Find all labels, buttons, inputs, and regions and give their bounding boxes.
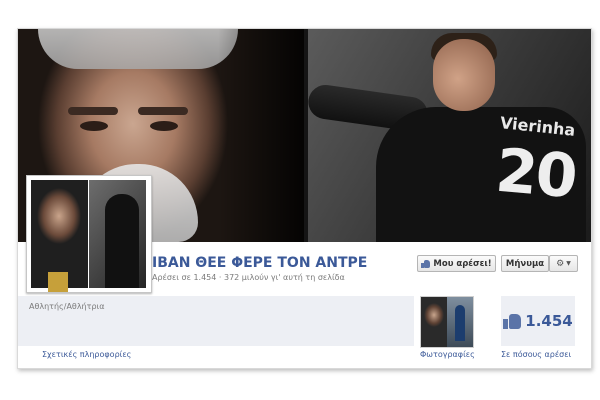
thumbs-up-icon <box>421 259 431 268</box>
portrait-eye-right <box>150 121 178 131</box>
message-button[interactable]: Μήνυμα <box>501 255 549 272</box>
photos-thumb-figure <box>455 305 465 341</box>
thumbs-up-icon <box>503 313 522 329</box>
info-link[interactable]: Σχετικές πληροφορίες <box>42 350 131 359</box>
profile-tie <box>48 272 68 292</box>
portrait-brow-right <box>138 107 188 115</box>
settings-dropdown-button[interactable]: ⚙ ▼ <box>549 255 578 272</box>
portrait-hair <box>38 29 238 69</box>
photos-thumb-b <box>447 297 473 347</box>
profile-picture-player <box>89 180 146 288</box>
portrait-eye-left <box>80 121 108 131</box>
chevron-down-icon: ▼ <box>566 260 571 267</box>
profile-picture-portrait <box>31 180 88 292</box>
portrait-shadow <box>218 29 304 242</box>
player-head <box>433 39 495 111</box>
photos-app-thumbnail[interactable] <box>420 296 474 348</box>
facebook-page-card: Vierinha 20 ΙΒΑΝ ΘΕΕ ΦΕΡΕ ΤΟΝ ΑΝΤΡΕ Αρέσ… <box>17 28 592 369</box>
likes-app-box[interactable]: 1.454 <box>501 296 575 346</box>
like-button[interactable]: Μου αρέσει! <box>417 255 496 272</box>
profile-picture[interactable] <box>26 175 152 293</box>
likes-link[interactable]: Σε πόσους αρέσει <box>501 350 571 359</box>
photos-link[interactable]: Φωτογραφίες <box>420 350 475 359</box>
likes-summary: Αρέσει σε 1.454 · 372 μιλούν γι' αυτή τη… <box>152 273 345 282</box>
photos-thumb-a <box>421 297 447 347</box>
page-category: Αθλητής/Αθλήτρια <box>29 302 105 311</box>
like-count: 1.454 <box>525 312 573 330</box>
profile-player-silhouette <box>105 194 139 288</box>
like-button-label: Μου αρέσει! <box>433 258 492 269</box>
gear-icon: ⚙ <box>556 258 565 269</box>
page-title[interactable]: ΙΒΑΝ ΘΕΕ ΦΕΡΕ ΤΟΝ ΑΝΤΡΕ <box>152 255 367 271</box>
jersey-number: 20 <box>493 135 579 213</box>
message-button-label: Μήνυμα <box>505 258 545 269</box>
cover-photo-right-player: Vierinha 20 <box>306 29 591 242</box>
portrait-brow-left <box>68 107 118 115</box>
